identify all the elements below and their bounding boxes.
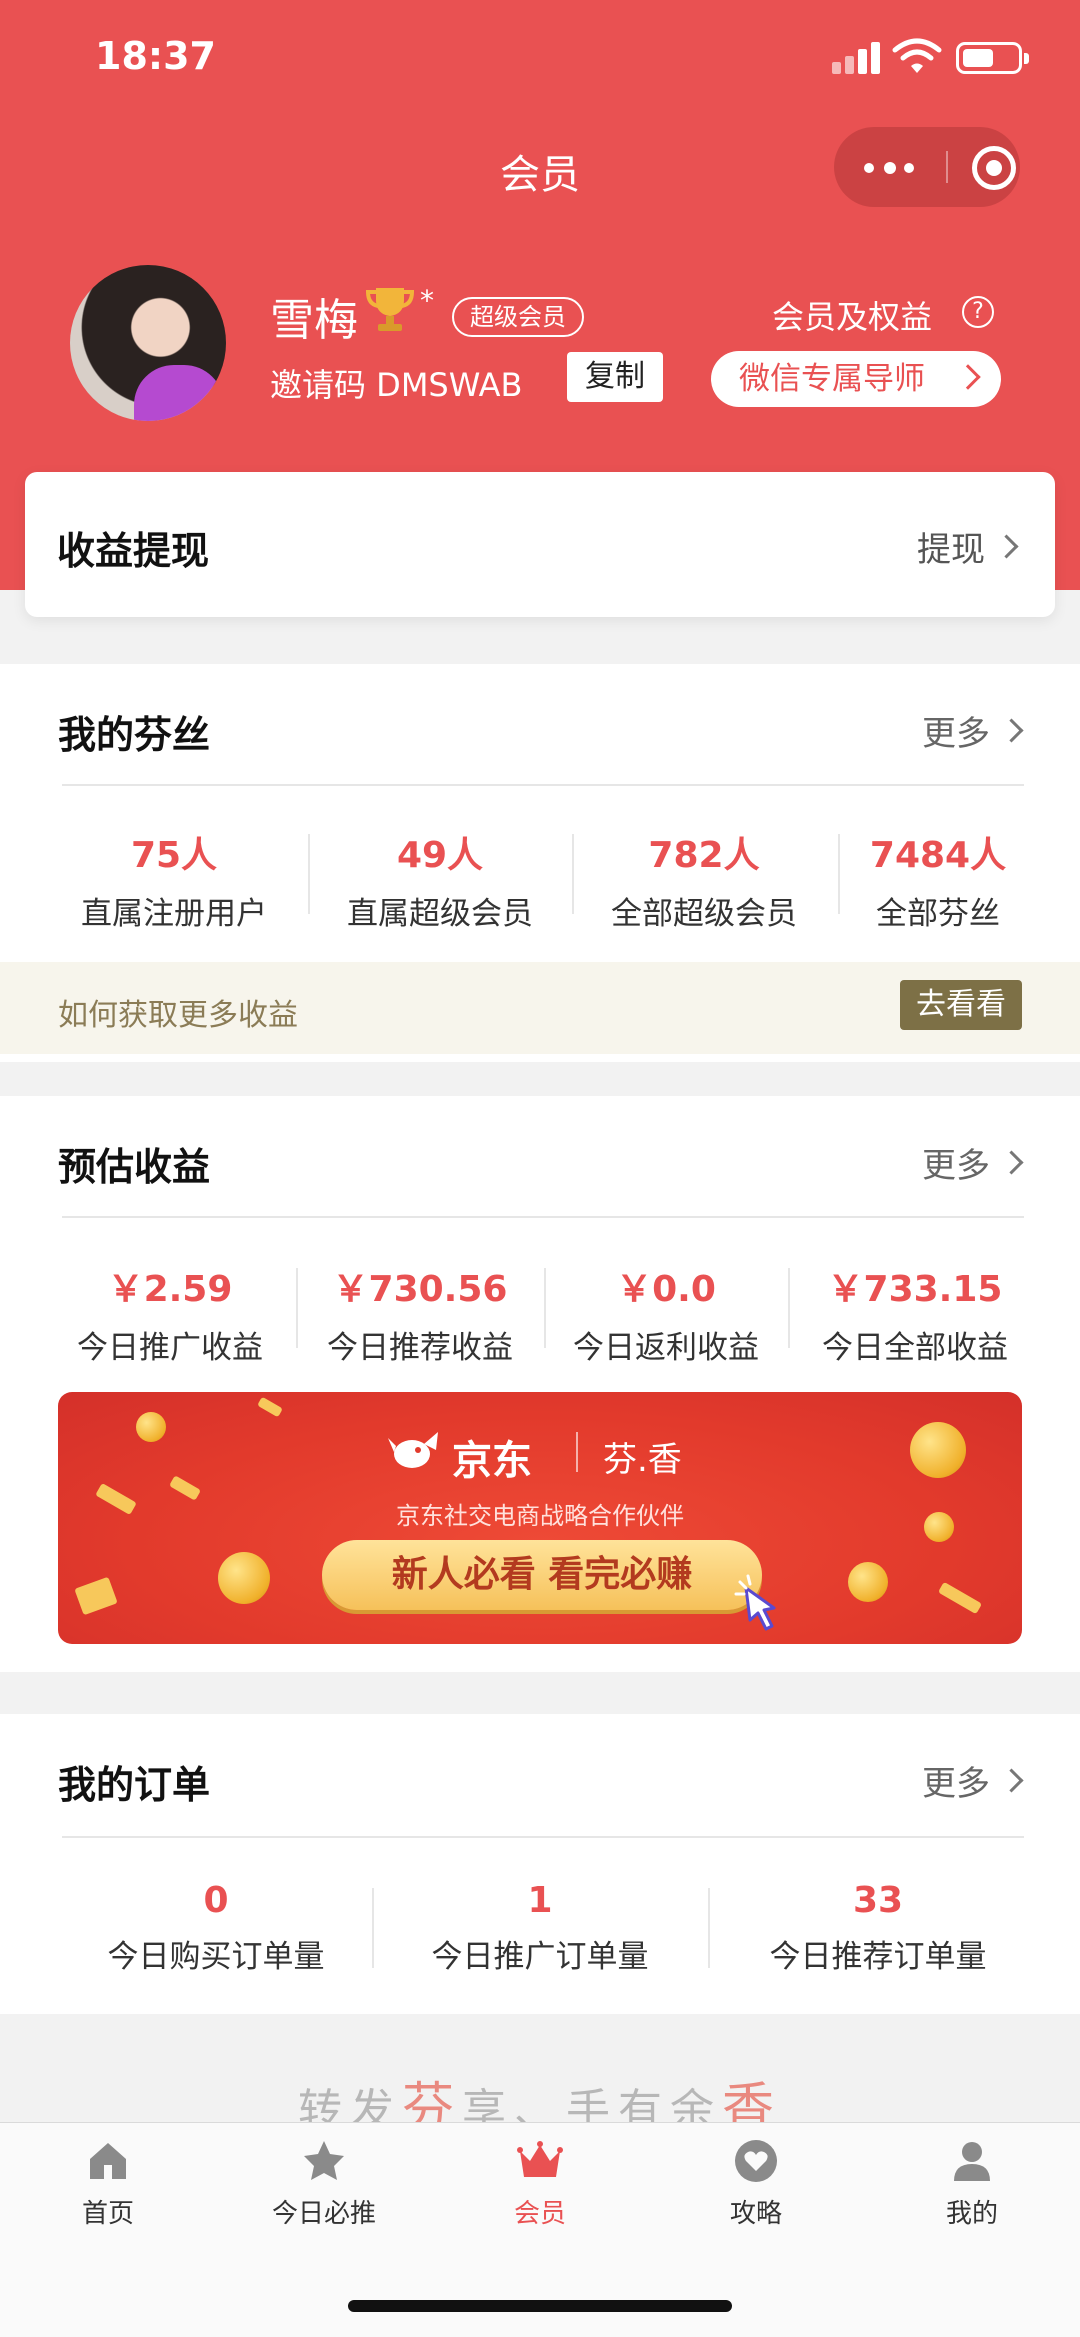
more-dots-icon[interactable] [864, 155, 924, 179]
miniprogram-capsule [834, 127, 1020, 207]
tab-guide[interactable]: 攻略 [648, 2137, 864, 2237]
crown-icon [517, 2141, 563, 2177]
earnings-stat-total[interactable]: ￥733.15 今日全部收益 [788, 1260, 1042, 1367]
user-name: 雪梅 [270, 295, 358, 346]
tab-label: 攻略 [729, 2199, 782, 2229]
tip-text: 如何获取更多收益 [58, 998, 298, 1033]
orders-stat-purchase[interactable]: 0 今日购买订单量 [62, 1880, 370, 1976]
jd-logo-text: 京东 [452, 1438, 532, 1484]
home-icon [90, 2143, 126, 2179]
fans-stat-all-vip[interactable]: 782人 全部超级会员 [572, 826, 836, 933]
tab-member[interactable]: 会员 [432, 2137, 648, 2237]
status-time: 18:37 [95, 34, 216, 78]
divider [62, 784, 1024, 786]
earnings-more-link[interactable]: 更多 [922, 1138, 990, 1187]
orders-more-link[interactable]: 更多 [922, 1756, 990, 1805]
home-indicator [348, 2300, 732, 2312]
orders-section: 我的订单 更多 0 今日购买订单量 1 今日推广订单量 33 今日推荐订单量 [0, 1714, 1080, 2014]
divider [62, 1216, 1024, 1218]
divider [62, 1836, 1024, 1838]
tab-home[interactable]: 首页 [0, 2137, 216, 2237]
tab-label: 我的 [945, 2199, 998, 2229]
go-see-button[interactable]: 去看看 [900, 980, 1022, 1030]
member-rights-link[interactable]: 会员及权益 [772, 292, 932, 338]
fans-stat-direct-vip[interactable]: 49人 直属超级会员 [308, 826, 572, 933]
battery-icon [956, 42, 1029, 74]
help-icon[interactable]: ? [962, 296, 994, 328]
star-icon [304, 2141, 344, 2180]
fans-title: 我的芬丝 [58, 713, 211, 757]
withdraw-title: 收益提现 [57, 529, 210, 573]
banner-cta-pill[interactable]: 新人必看 看完必赚 [322, 1540, 762, 1610]
chevron-right-icon [999, 1150, 1024, 1175]
jd-dog-logo-icon [388, 1432, 438, 1468]
earnings-title: 预估收益 [58, 1145, 211, 1189]
chevron-right-icon [994, 534, 1019, 559]
orders-stat-referral[interactable]: 33 今日推荐订单量 [708, 1880, 1048, 1976]
wechat-mentor-button[interactable]: 微信专属导师 [711, 351, 1001, 407]
earnings-stat-promo[interactable]: ￥2.59 今日推广收益 [44, 1260, 296, 1367]
tab-label: 首页 [81, 2199, 134, 2229]
person-icon [954, 2142, 990, 2181]
earnings-stat-referral[interactable]: ￥730.56 今日推荐收益 [296, 1260, 544, 1367]
capsule-divider [946, 151, 948, 183]
withdraw-card[interactable]: 收益提现 提现 [25, 472, 1055, 617]
earnings-stat-rebate[interactable]: ￥0.0 今日返利收益 [544, 1260, 788, 1367]
tab-today-picks[interactable]: 今日必推 [216, 2137, 432, 2237]
earnings-tip-bar: 如何获取更多收益 去看看 [0, 962, 1080, 1054]
ribbon-decoration [937, 1581, 983, 1615]
trophy-icon [365, 288, 415, 331]
divider [576, 1432, 578, 1472]
copy-button[interactable]: 复制 [567, 352, 663, 402]
withdraw-link[interactable]: 提现 [917, 522, 985, 571]
tab-mine[interactable]: 我的 [864, 2137, 1080, 2237]
ribbon-decoration [74, 1576, 118, 1616]
jd-promo-banner[interactable]: 京东 芬.香 京东社交电商战略合作伙伴 新人必看 看完必赚 [58, 1392, 1022, 1644]
fans-stat-all-fans[interactable]: 7484人 全部芬丝 [836, 826, 1040, 933]
brand-name: 芬.香 [603, 1440, 682, 1480]
coin-decoration [910, 1422, 966, 1478]
banner-subtitle: 京东社交电商战略合作伙伴 [396, 1502, 684, 1530]
pointing-hand-icon [734, 1574, 776, 1631]
orders-title: 我的订单 [58, 1763, 211, 1807]
invite-code: 邀请码 DMSWAB [270, 366, 523, 404]
tab-label: 会员 [513, 2199, 566, 2229]
tab-label: 今日必推 [271, 2199, 376, 2229]
coin-decoration [218, 1552, 270, 1604]
coin-decoration [136, 1412, 166, 1442]
close-target-icon[interactable] [972, 146, 1016, 190]
fans-stat-direct-users[interactable]: 75人 直属注册用户 [42, 826, 306, 933]
coin-decoration [848, 1562, 888, 1602]
orders-stat-promo[interactable]: 1 今日推广订单量 [372, 1880, 708, 1976]
mentor-label: 微信专属导师 [739, 361, 925, 397]
heart-icon [735, 2140, 777, 2182]
chevron-right-icon [999, 718, 1024, 743]
status-bar: 18:37 [0, 0, 1080, 120]
star-mark: * [420, 284, 434, 317]
chevron-right-icon [955, 364, 981, 390]
signal-icon [832, 40, 882, 74]
chevron-right-icon [999, 1768, 1024, 1793]
vip-badge: 超级会员 [452, 297, 584, 337]
fans-more-link[interactable]: 更多 [922, 706, 990, 755]
avatar[interactable] [70, 265, 226, 421]
wifi-icon [892, 38, 942, 73]
ribbon-decoration [257, 1396, 283, 1418]
